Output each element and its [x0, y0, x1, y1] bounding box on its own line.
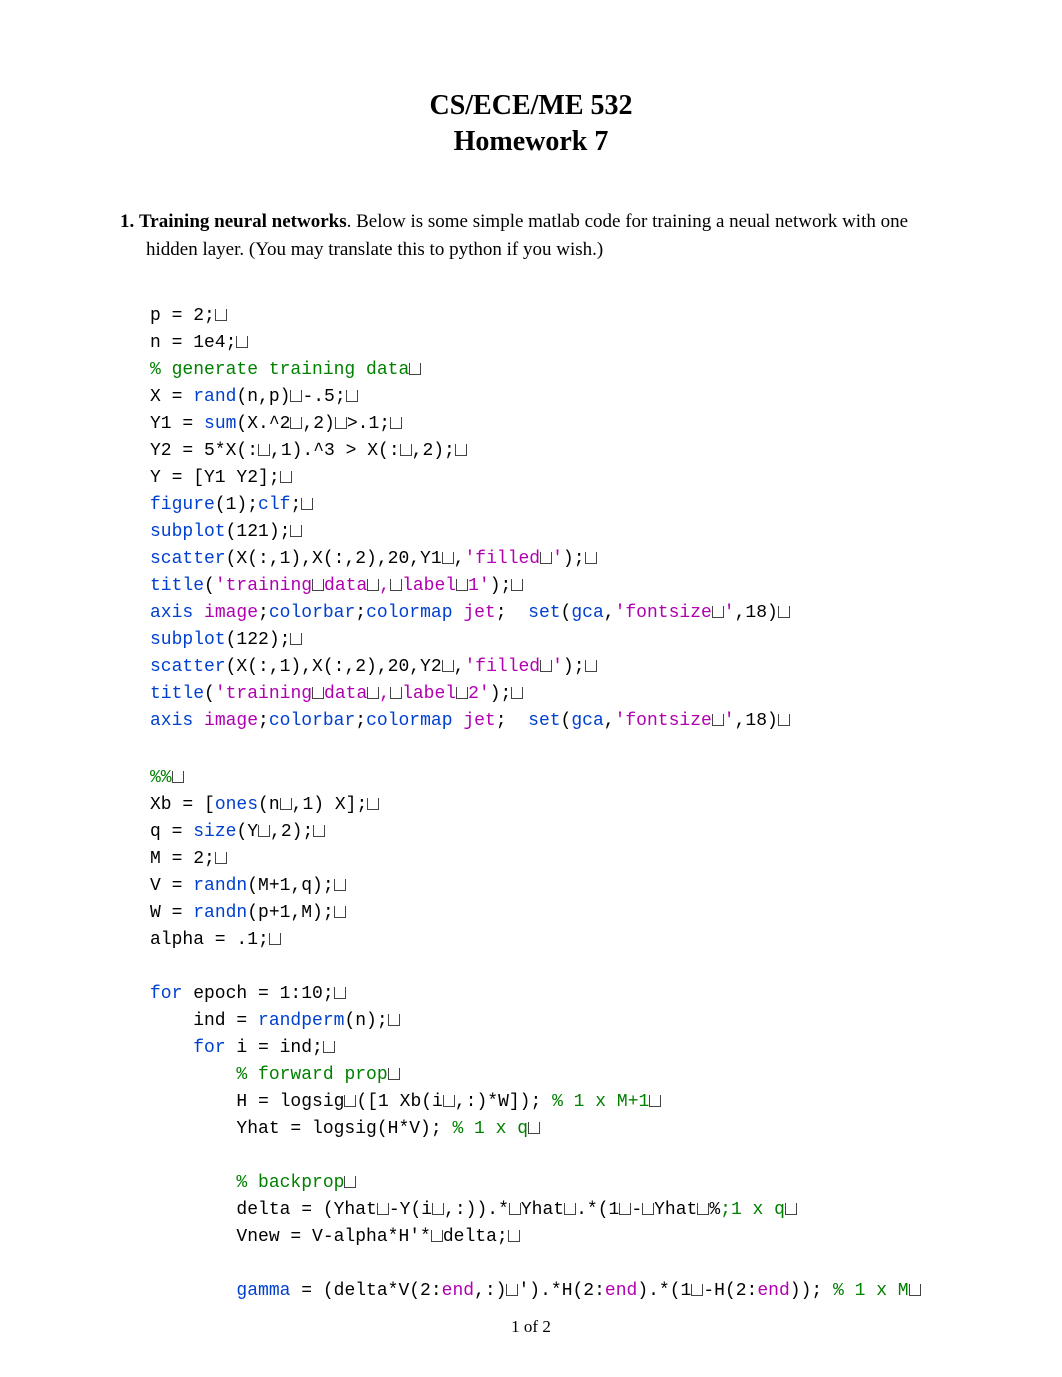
problem-topic: Training neural networks [139, 211, 347, 232]
page-subtitle: Homework 7 [120, 126, 942, 158]
problem-number: 1. [120, 211, 134, 232]
code-block-1: p = 2; n = 1e4; % generate training data… [150, 303, 942, 735]
code-block-2: %% Xb = [ones(n,1) X]; q = size(Y,2); M … [150, 765, 942, 1305]
page-footer: 1 of 2 [0, 1317, 1062, 1337]
page-title: CS/ECE/ME 532 [120, 90, 942, 122]
problem-statement: 1. Training neural networks. Below is so… [120, 208, 942, 263]
